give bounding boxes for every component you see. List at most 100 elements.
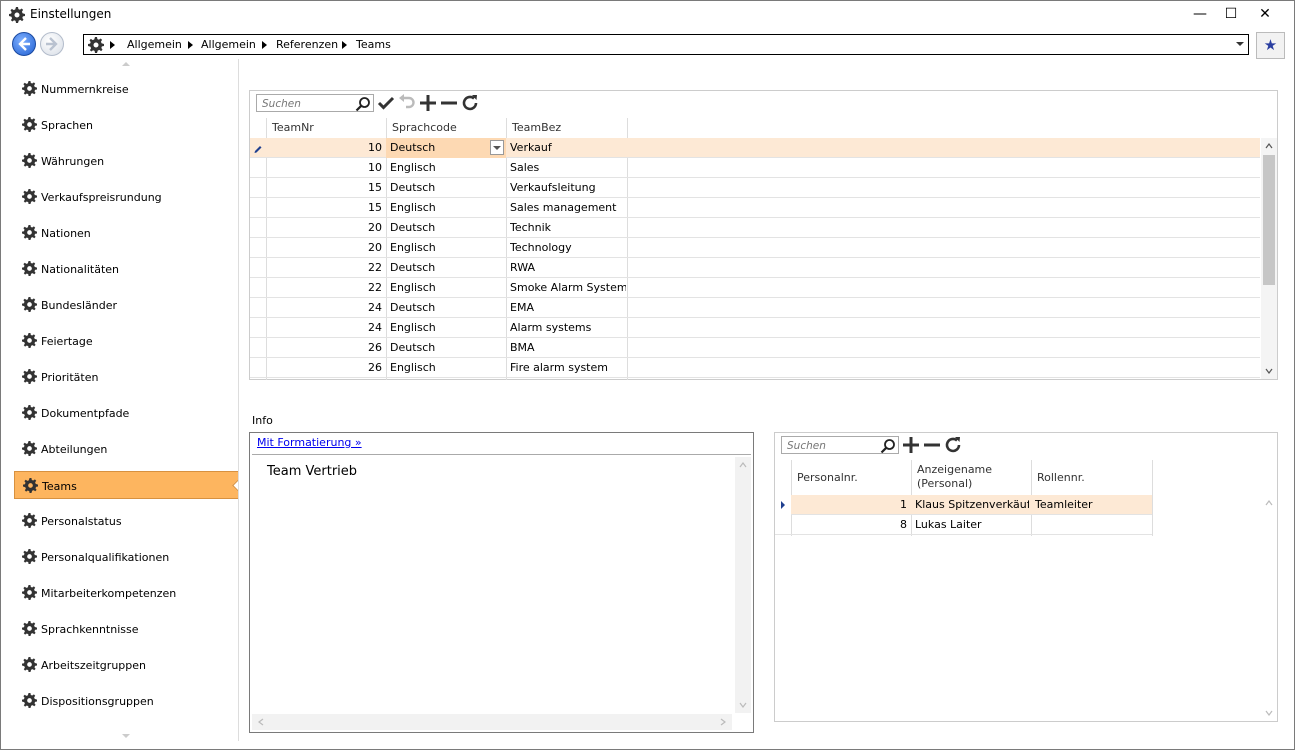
- sidebar-item-verkaufspreisrundung[interactable]: Verkaufspreisrundung: [14, 183, 238, 211]
- cell-teambez[interactable]: Smoke Alarm Systems: [510, 278, 626, 298]
- cell-teamnr[interactable]: 26: [266, 338, 382, 358]
- remove-icon[interactable]: [440, 94, 458, 112]
- members-vertical-scrollbar[interactable]: [1261, 495, 1277, 721]
- cell-rollennr[interactable]: Teamleiter: [1035, 495, 1149, 515]
- cell-teamnr[interactable]: 10: [266, 158, 382, 178]
- cell-teambez[interactable]: RWA: [510, 258, 626, 278]
- sidebar-item-sprachkenntnisse[interactable]: Sprachkenntnisse: [14, 615, 238, 643]
- table-row[interactable]: 15 Englisch Sales management: [250, 198, 1260, 218]
- chevron-up-icon[interactable]: [1265, 499, 1273, 507]
- table-row[interactable]: 22 Deutsch RWA: [250, 258, 1260, 278]
- table-row[interactable]: 26 Deutsch BMA: [250, 338, 1260, 358]
- chevron-right-icon[interactable]: [719, 718, 727, 726]
- sidebar-item-währungen[interactable]: Währungen: [14, 147, 238, 175]
- close-button[interactable]: ✕: [1250, 3, 1280, 25]
- chevron-left-icon[interactable]: [257, 718, 265, 726]
- refresh-icon[interactable]: [461, 94, 479, 112]
- info-horizontal-scrollbar[interactable]: [252, 714, 732, 730]
- column-header-teamnr[interactable]: TeamNr: [266, 118, 386, 138]
- chevron-down-icon[interactable]: [1265, 709, 1273, 717]
- cell-teambez[interactable]: Technik: [510, 218, 626, 238]
- sidebar-item-personalqualifikationen[interactable]: Personalqualifikationen: [14, 543, 238, 571]
- refresh-icon[interactable]: [944, 436, 962, 454]
- cell-anzeigename[interactable]: Lukas Laiter: [915, 515, 1029, 535]
- search-icon[interactable]: [355, 96, 371, 112]
- remove-icon[interactable]: [923, 436, 941, 454]
- cell-personalnr[interactable]: 1: [791, 495, 907, 515]
- cell-teamnr[interactable]: 10: [266, 138, 382, 158]
- cell-sprachcode[interactable]: Deutsch: [390, 338, 504, 358]
- forward-button[interactable]: [40, 32, 64, 56]
- search-icon[interactable]: [880, 438, 896, 454]
- cell-sprachcode[interactable]: Deutsch: [390, 258, 504, 278]
- table-row[interactable]: 26 Englisch Fire alarm system: [250, 358, 1260, 378]
- members-search-input[interactable]: Suchen: [781, 436, 899, 454]
- cell-personalnr[interactable]: 8: [791, 515, 907, 535]
- add-icon[interactable]: [419, 94, 437, 112]
- sidebar-item-prioritäten[interactable]: Prioritäten: [14, 363, 238, 391]
- favorite-button[interactable]: ★: [1256, 32, 1285, 59]
- cell-teambez[interactable]: EMA: [510, 298, 626, 318]
- table-row[interactable]: 10 Deutsch Verkauf: [250, 138, 1260, 158]
- column-header-rollennr[interactable]: Rollennr.: [1031, 461, 1151, 495]
- scroll-down-icon[interactable]: [122, 734, 130, 738]
- sidebar-item-arbeitszeitgruppen[interactable]: Arbeitszeitgruppen: [14, 651, 238, 679]
- info-vertical-scrollbar[interactable]: [735, 457, 751, 713]
- back-button[interactable]: [12, 32, 36, 56]
- cell-teamnr[interactable]: 20: [266, 218, 382, 238]
- chevron-down-icon[interactable]: [1236, 42, 1244, 46]
- cell-teambez[interactable]: Sales management: [510, 198, 626, 218]
- chevron-down-icon[interactable]: [739, 701, 747, 709]
- sidebar-item-nationen[interactable]: Nationen: [14, 219, 238, 247]
- sidebar-item-teams[interactable]: Teams: [14, 471, 238, 499]
- sidebar-item-feiertage[interactable]: Feiertage: [14, 327, 238, 355]
- cell-teambez[interactable]: Verkaufsleitung: [510, 178, 626, 198]
- cell-sprachcode[interactable]: Deutsch: [390, 178, 504, 198]
- sidebar-item-nummernkreise[interactable]: Nummernkreise: [14, 75, 238, 103]
- column-header-personalnr[interactable]: Personalnr.: [791, 461, 911, 495]
- cell-teamnr[interactable]: 24: [266, 318, 382, 338]
- sidebar-item-abteilungen[interactable]: Abteilungen: [14, 435, 238, 463]
- table-row[interactable]: 20 Englisch Technology: [250, 238, 1260, 258]
- cell-sprachcode[interactable]: Englisch: [390, 358, 504, 378]
- cell-anzeigename[interactable]: Klaus Spitzenverkäufer: [915, 495, 1029, 515]
- cell-teamnr[interactable]: 26: [266, 358, 382, 378]
- column-header-sprachcode[interactable]: Sprachcode: [386, 118, 506, 138]
- breadcrumb-item[interactable]: Allgemein: [201, 38, 256, 51]
- table-row[interactable]: 24 Englisch Alarm systems: [250, 318, 1260, 338]
- breadcrumb-item[interactable]: Referenzen: [276, 38, 338, 51]
- sidebar-item-sprachen[interactable]: Sprachen: [14, 111, 238, 139]
- table-row[interactable]: 20 Deutsch Technik: [250, 218, 1260, 238]
- cell-sprachcode[interactable]: Englisch: [390, 238, 504, 258]
- cell-rollennr[interactable]: [1035, 515, 1149, 535]
- chevron-down-icon[interactable]: [490, 140, 504, 155]
- save-check-icon[interactable]: [377, 94, 395, 112]
- sprachcode-dropdown[interactable]: Deutsch: [386, 138, 506, 158]
- maximize-button[interactable]: ☐: [1216, 3, 1246, 25]
- cell-sprachcode[interactable]: Englisch: [390, 278, 504, 298]
- cell-teambez[interactable]: Verkauf: [510, 138, 626, 158]
- sidebar-item-bundesländer[interactable]: Bundesländer: [14, 291, 238, 319]
- cell-teambez[interactable]: Sales: [510, 158, 626, 178]
- info-editor[interactable]: Mit Formatierung » Team Vertrieb: [249, 432, 754, 733]
- teams-search-input[interactable]: Suchen: [256, 94, 374, 112]
- cell-teamnr[interactable]: 24: [266, 298, 382, 318]
- cell-sprachcode[interactable]: Deutsch: [390, 298, 504, 318]
- sidebar-item-nationalitäten[interactable]: Nationalitäten: [14, 255, 238, 283]
- cell-sprachcode[interactable]: Englisch: [390, 198, 504, 218]
- sidebar-item-dokumentpfade[interactable]: Dokumentpfade: [14, 399, 238, 427]
- table-row[interactable]: 24 Deutsch EMA: [250, 298, 1260, 318]
- chevron-down-icon[interactable]: [1265, 367, 1273, 375]
- sidebar-item-personalstatus[interactable]: Personalstatus: [14, 507, 238, 535]
- cell-sprachcode[interactable]: Englisch: [390, 158, 504, 178]
- table-row[interactable]: 8 Lukas Laiter: [775, 515, 1152, 535]
- cell-teamnr[interactable]: 22: [266, 258, 382, 278]
- cell-teamnr[interactable]: 15: [266, 178, 382, 198]
- info-text[interactable]: Team Vertrieb: [267, 464, 357, 479]
- table-row[interactable]: 22 Englisch Smoke Alarm Systems: [250, 278, 1260, 298]
- cell-teamnr[interactable]: 22: [266, 278, 382, 298]
- minimize-button[interactable]: —: [1185, 3, 1215, 25]
- cell-sprachcode[interactable]: Deutsch: [390, 218, 504, 238]
- cell-sprachcode[interactable]: Englisch: [390, 318, 504, 338]
- scroll-up-icon[interactable]: [122, 62, 130, 66]
